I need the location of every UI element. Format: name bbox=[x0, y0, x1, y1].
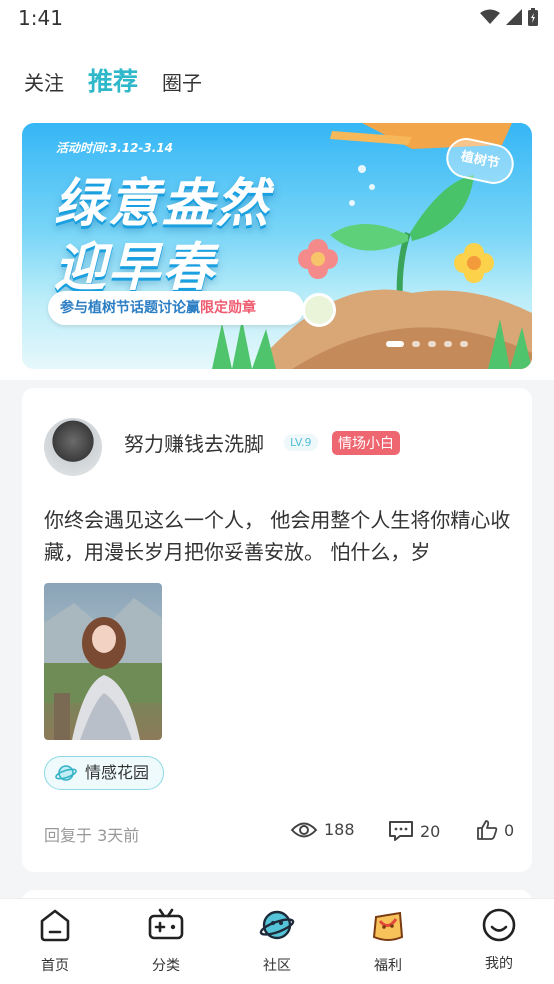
nav-mine-label: 我的 bbox=[485, 956, 513, 972]
feed-tabs: 关注 推荐 圈子 bbox=[24, 62, 226, 98]
views-count: 188 bbox=[324, 820, 355, 839]
comment-icon bbox=[389, 821, 413, 841]
carousel-dot[interactable] bbox=[444, 341, 452, 347]
header: 关注 推荐 圈子 bbox=[0, 36, 554, 118]
post-username[interactable]: 努力赚钱去洗脚 bbox=[124, 428, 264, 457]
nav-mine[interactable]: 我的 bbox=[444, 899, 554, 984]
thumbs-up-icon bbox=[477, 820, 498, 840]
status-icons bbox=[480, 8, 538, 26]
post-card[interactable]: 努力赚钱去洗脚 LV.9 情场小白 你终会遇见这么一个人， 他会用整个人生将你精… bbox=[22, 388, 532, 872]
likes-stat[interactable]: 0 bbox=[476, 820, 514, 840]
home-icon bbox=[40, 909, 70, 942]
medal-icon bbox=[302, 293, 336, 327]
carousel-dots bbox=[386, 341, 468, 347]
nav-welfare-label: 福利 bbox=[374, 958, 402, 974]
banner-pill-text: 参与植树节话题讨论赢 bbox=[60, 300, 200, 316]
level-badge: LV.9 bbox=[284, 434, 318, 451]
post-image-art bbox=[44, 598, 162, 740]
planet-icon bbox=[55, 765, 77, 781]
tab-circles[interactable]: 圈子 bbox=[162, 67, 202, 96]
banner-date: 活动时间:3.12-3.14 bbox=[56, 141, 173, 155]
banner-section: 活动时间:3.12-3.14 绿意盎然 迎早春 植树节 参与植树节话题讨论赢限定… bbox=[0, 118, 554, 380]
smile-icon bbox=[482, 908, 516, 942]
nav-community[interactable]: 社区 bbox=[222, 899, 332, 984]
wifi-icon bbox=[480, 9, 500, 24]
reply-time: 回复于 3天前 bbox=[44, 826, 140, 845]
carousel-dot[interactable] bbox=[386, 341, 404, 347]
gamepad-icon bbox=[148, 908, 184, 940]
planet-mascot-icon bbox=[259, 910, 295, 940]
circle-tag[interactable]: 情感花园 bbox=[44, 756, 165, 790]
nav-home-label: 首页 bbox=[41, 958, 69, 974]
post-content[interactable]: 你终会遇见这么一个人， 他会用整个人生将你精心收藏，用漫长岁月把你妥善安放。 怕… bbox=[44, 504, 514, 568]
status-bar: 1:41 bbox=[0, 0, 554, 36]
comments-stat[interactable]: 20 bbox=[388, 820, 440, 842]
nav-home[interactable]: 首页 bbox=[0, 899, 110, 984]
eye-icon bbox=[290, 822, 318, 837]
battery-icon bbox=[528, 8, 538, 26]
avatar[interactable] bbox=[44, 418, 102, 476]
comments-count: 20 bbox=[420, 821, 441, 841]
title-badge: 情场小白 bbox=[332, 431, 400, 455]
status-time: 1:41 bbox=[18, 6, 63, 30]
nav-category[interactable]: 分类 bbox=[111, 899, 221, 984]
tab-following[interactable]: 关注 bbox=[24, 67, 64, 96]
post-image[interactable] bbox=[44, 583, 162, 740]
banner-title-line2: 迎早春 bbox=[54, 238, 217, 298]
carousel-dot[interactable] bbox=[460, 341, 468, 347]
bottom-nav: 首页 分类 社区 福利 我的 bbox=[0, 898, 554, 984]
event-banner[interactable]: 活动时间:3.12-3.14 绿意盎然 迎早春 植树节 参与植树节话题讨论赢限定… bbox=[22, 123, 532, 369]
circle-tag-label: 情感花园 bbox=[85, 763, 150, 782]
nav-community-label: 社区 bbox=[263, 958, 291, 974]
carousel-dot[interactable] bbox=[428, 341, 436, 347]
tab-recommended[interactable]: 推荐 bbox=[88, 62, 138, 98]
nav-category-label: 分类 bbox=[152, 958, 180, 974]
nav-welfare[interactable]: 福利 bbox=[333, 899, 443, 984]
signal-icon bbox=[506, 9, 522, 25]
banner-pill: 参与植树节话题讨论赢限定勋章 bbox=[48, 291, 304, 325]
views-stat: 188 bbox=[290, 820, 355, 839]
carousel-dot[interactable] bbox=[412, 341, 420, 347]
likes-count: 0 bbox=[504, 820, 515, 840]
gift-bag-icon bbox=[372, 911, 404, 941]
banner-pill-highlight: 限定勋章 bbox=[200, 300, 256, 316]
